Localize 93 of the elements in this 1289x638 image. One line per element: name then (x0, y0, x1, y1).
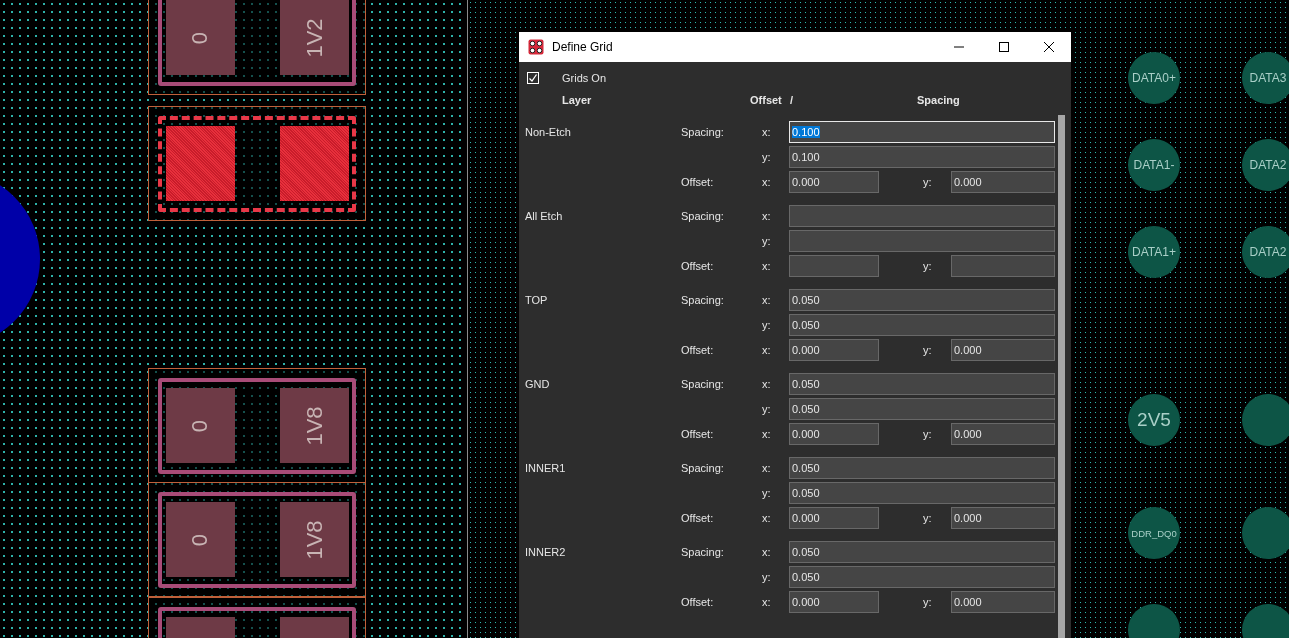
field-label: y: (762, 571, 772, 583)
field-label: Spacing: (681, 210, 725, 222)
input-field[interactable] (789, 205, 1055, 227)
field-label: y: (762, 235, 772, 247)
pad-label: 0 (187, 533, 214, 546)
input-field[interactable] (789, 230, 1055, 252)
layer-name: All Etch (525, 210, 564, 222)
field-label: y: (923, 512, 933, 524)
pin-pad: DATA1- (1128, 139, 1180, 191)
pin-pad: DATA2 (1242, 226, 1289, 278)
field-label: x: (762, 428, 772, 440)
checkbox-label: Grids On (562, 72, 606, 84)
field-label: y: (923, 260, 933, 272)
field-label: y: (923, 344, 933, 356)
input-field[interactable] (789, 255, 879, 277)
input-field[interactable]: 0.050 (789, 289, 1055, 311)
input-field[interactable]: 0.050 (789, 398, 1055, 420)
app-icon (528, 39, 544, 55)
pin-pad: DATA1+ (1128, 226, 1180, 278)
field-label: Spacing: (681, 462, 725, 474)
input-field[interactable]: 0.050 (789, 314, 1055, 336)
pin-pad: DATA3 (1242, 52, 1289, 104)
layer-name: Non-Etch (525, 126, 572, 138)
column-header: Offset (750, 94, 783, 106)
input-field[interactable]: 0.050 (789, 482, 1055, 504)
input-field[interactable]: 0.050 (789, 566, 1055, 588)
input-field[interactable]: 0.050 (789, 541, 1055, 563)
pad-label: 0 (187, 419, 214, 432)
field-label: x: (762, 512, 772, 524)
field-label: Offset: (681, 260, 715, 272)
input-field[interactable]: 0.000 (789, 423, 879, 445)
scrollbar-thumb[interactable] (1058, 115, 1065, 638)
input-field[interactable]: 0.050 (789, 373, 1055, 395)
input-field[interactable]: 0.000 (951, 171, 1055, 193)
field-label: Offset: (681, 344, 715, 356)
column-header: Layer (562, 94, 593, 106)
pad-label: 0 (187, 31, 214, 44)
input-field[interactable]: 0.000 (951, 591, 1055, 613)
field-label: y: (923, 596, 933, 608)
pad-label: 1V8 (301, 405, 328, 446)
input-field[interactable]: 0.000 (789, 171, 879, 193)
pin-pad: DATA2 (1242, 139, 1289, 191)
pin-pad (1242, 394, 1289, 446)
pin-pad: DDR_DQ0 (1128, 507, 1180, 559)
input-field[interactable]: 0.050 (789, 457, 1055, 479)
maximize-icon (998, 42, 1009, 52)
field-label: y: (762, 319, 772, 331)
field-label: x: (762, 378, 772, 390)
input-field[interactable]: 0.000 (951, 507, 1055, 529)
field-label: Spacing: (681, 378, 725, 390)
field-label: x: (762, 126, 772, 138)
close-icon (1043, 42, 1054, 52)
window-title: Define Grid (552, 40, 614, 54)
layer-name: INNER2 (525, 546, 567, 558)
field-label: x: (762, 344, 772, 356)
field-label: Spacing: (681, 546, 725, 558)
field-label: Spacing: (681, 294, 725, 306)
pad-label: 1V8 (301, 519, 328, 560)
field-label: Spacing: (681, 126, 725, 138)
field-label: y: (762, 403, 772, 415)
field-label: Offset: (681, 512, 715, 524)
field-label: Offset: (681, 176, 715, 188)
field-label: Offset: (681, 428, 715, 440)
field-label: x: (762, 294, 772, 306)
layer-name: GND (525, 378, 551, 390)
pin-pad (1242, 507, 1289, 559)
input-field[interactable]: 0.000 (789, 591, 879, 613)
field-label: x: (762, 176, 772, 188)
column-header: / (790, 94, 795, 106)
field-label: Offset: (681, 596, 715, 608)
field-label: x: (762, 462, 772, 474)
field-label: x: (762, 210, 772, 222)
field-label: x: (762, 546, 772, 558)
input-field[interactable]: 0.100 (789, 121, 1055, 143)
field-label: y: (923, 176, 933, 188)
pin-pad: DATA0+ (1128, 52, 1180, 104)
input-field[interactable]: 0.000 (789, 507, 879, 529)
layer-name: TOP (525, 294, 549, 306)
input-field[interactable]: 0.100 (789, 146, 1055, 168)
pad-label: 1V2 (301, 17, 328, 58)
input-field[interactable] (951, 255, 1055, 277)
field-label: y: (762, 151, 772, 163)
field-label: x: (762, 260, 772, 272)
layer-name: INNER1 (525, 462, 567, 474)
field-label: y: (762, 487, 772, 499)
input-field[interactable]: 0.000 (951, 339, 1055, 361)
checkbox[interactable] (527, 72, 539, 84)
field-label: x: (762, 596, 772, 608)
input-field[interactable]: 0.000 (789, 339, 879, 361)
field-label: y: (923, 428, 933, 440)
column-header: Spacing (917, 94, 960, 106)
input-field[interactable]: 0.000 (951, 423, 1055, 445)
pin-pad: 2V5 (1128, 394, 1180, 446)
